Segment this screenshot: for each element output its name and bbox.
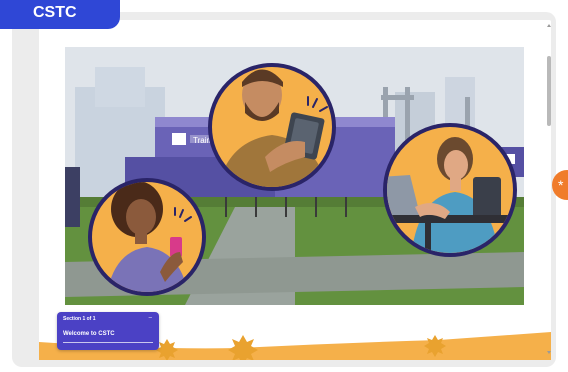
building-sign-text: Train xyxy=(193,136,211,145)
section-counter: Section 1 of 1 xyxy=(63,316,96,322)
section-title: Welcome to CSTC xyxy=(63,331,115,337)
scroll-up-icon[interactable] xyxy=(547,24,551,27)
collapse-icon[interactable]: – xyxy=(149,315,152,321)
sparkle-icon: * xyxy=(558,177,564,193)
brand-tag: CSTC xyxy=(0,0,120,29)
section-progress-line xyxy=(63,342,153,343)
scroll-down-icon[interactable] xyxy=(547,351,551,354)
hero-illustration: Train xyxy=(65,47,524,305)
scrollbar-thumb[interactable] xyxy=(547,56,551,126)
section-progress-card[interactable]: Section 1 of 1 – Welcome to CSTC xyxy=(57,312,159,350)
